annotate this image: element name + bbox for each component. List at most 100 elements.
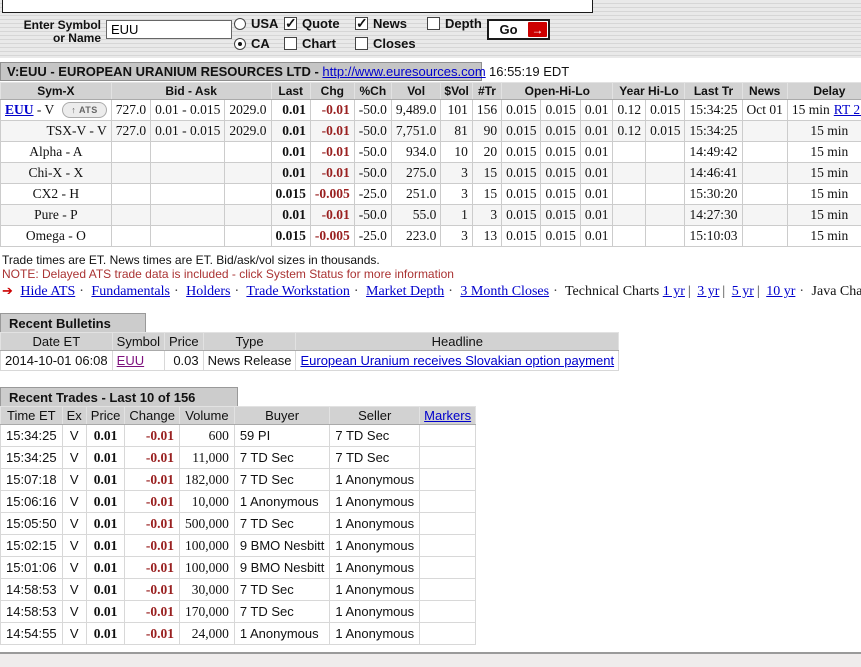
quote-row-euu: EUU - V↑ ATS 727.0 0.01 - 0.015 2029.0 0… — [1, 100, 861, 121]
col-symbol: Symbol — [112, 333, 164, 351]
tech-chart-3yr-link[interactable]: 3 yr — [697, 284, 719, 299]
go-button-label: Go — [489, 22, 528, 37]
red-arrow-icon: ➔ — [2, 283, 13, 298]
tech-chart-1yr-link[interactable]: 1 yr — [663, 284, 685, 299]
go-button[interactable]: Go → — [487, 19, 550, 40]
pct-change: -50.0 — [354, 163, 391, 184]
trade-time: 15:05:50 — [1, 513, 63, 535]
trade-seller: 7 TD Sec — [330, 425, 420, 447]
symbol-input[interactable] — [106, 20, 232, 39]
quote-row-cx2: CX2 - H 0.015 -0.005 -25.0 251.0 3 15 0.… — [1, 184, 861, 205]
trade-volume: 100,000 — [179, 535, 234, 557]
radio-usa-circle-icon[interactable] — [234, 18, 246, 30]
dollar-volume: 1 — [441, 205, 472, 226]
checkbox-depth-box-icon[interactable] — [427, 17, 440, 30]
volume: 9,489.0 — [391, 100, 441, 121]
bid-ask — [151, 205, 225, 226]
num-trades: 156 — [472, 100, 501, 121]
trade-price: 0.01 — [86, 601, 125, 623]
trade-price: 0.01 — [86, 469, 125, 491]
checkbox-closes[interactable]: Closes — [355, 36, 416, 51]
bulletin-symbol-link[interactable]: EUU — [117, 353, 144, 368]
checkbox-quote-box-icon[interactable] — [284, 17, 297, 30]
change: -0.01 — [310, 163, 354, 184]
num-trades: 3 — [472, 205, 501, 226]
high: 0.015 — [541, 205, 580, 226]
dollar-volume: 3 — [441, 184, 472, 205]
col-time-et: Time ET — [1, 407, 63, 425]
col-dollar-vol: $Vol — [441, 83, 472, 100]
radio-usa[interactable]: USA — [234, 16, 278, 31]
year-high — [613, 184, 646, 205]
symbol-euu-link[interactable]: EUU — [5, 102, 34, 117]
trade-price: 0.01 — [86, 513, 125, 535]
trade-markers — [420, 513, 476, 535]
checkbox-closes-box-icon[interactable] — [355, 37, 368, 50]
trade-volume: 500,000 — [179, 513, 234, 535]
open: 0.015 — [502, 121, 541, 142]
trade-buyer: 9 BMO Nesbitt — [234, 557, 330, 579]
trade-seller: 1 Anonymous — [330, 601, 420, 623]
col-price: Price — [165, 333, 204, 351]
company-website-link[interactable]: http://www.euresources.com — [322, 64, 485, 79]
high: 0.015 — [541, 226, 580, 247]
markers-link[interactable]: Markers — [424, 408, 471, 423]
separator: | — [722, 284, 725, 299]
ats-toggle-button[interactable]: ↑ ATS — [62, 102, 107, 118]
year-low — [646, 142, 685, 163]
low: 0.01 — [580, 100, 613, 121]
open: 0.015 — [502, 226, 541, 247]
news-date — [742, 184, 787, 205]
three-month-closes-link[interactable]: 3 Month Closes — [460, 284, 549, 299]
trade-row: 15:02:15 V 0.01 -0.01 100,000 9 BMO Nesb… — [1, 535, 476, 557]
last-price: 0.01 — [271, 142, 310, 163]
delay-text: 15 min — [787, 142, 861, 163]
trade-buyer: 7 TD Sec — [234, 447, 330, 469]
bulletin-headline-link[interactable]: European Uranium receives Slovakian opti… — [300, 353, 614, 368]
checkbox-chart-box-icon[interactable] — [284, 37, 297, 50]
bulletin-price: 0.03 — [165, 351, 204, 371]
low: 0.01 — [580, 205, 613, 226]
fundamentals-link[interactable]: Fundamentals — [91, 284, 170, 299]
low: 0.01 — [580, 184, 613, 205]
ask-size — [225, 163, 271, 184]
checkbox-depth[interactable]: Depth — [427, 16, 482, 31]
col-change: Change — [125, 407, 180, 425]
trade-time: 14:58:53 — [1, 601, 63, 623]
col-ex: Ex — [62, 407, 86, 425]
col-buyer: Buyer — [234, 407, 330, 425]
trade-change: -0.01 — [125, 535, 180, 557]
checkbox-news[interactable]: News — [355, 16, 407, 31]
quote-header-row: Sym-X Bid - Ask Last Chg %Ch Vol $Vol #T… — [1, 83, 861, 100]
exchange-name: CX2 - H — [1, 184, 112, 205]
quote-row-omega: Omega - O 0.015 -0.005 -25.0 223.0 3 13 … — [1, 226, 861, 247]
ask-size: 2029.0 — [225, 100, 271, 121]
year-low: 0.015 — [646, 121, 685, 142]
market-depth-link[interactable]: Market Depth — [366, 284, 444, 299]
bulletin-type: News Release — [203, 351, 296, 371]
holders-link[interactable]: Holders — [186, 284, 230, 299]
tech-chart-5yr-link[interactable]: 5 yr — [732, 284, 754, 299]
trade-workstation-link[interactable]: Trade Workstation — [246, 284, 349, 299]
year-high — [613, 142, 646, 163]
checkbox-news-box-icon[interactable] — [355, 17, 368, 30]
trade-price: 0.01 — [86, 579, 125, 601]
col-num-trades: #Tr — [472, 83, 501, 100]
radio-ca-circle-icon[interactable] — [234, 38, 246, 50]
checkbox-quote[interactable]: Quote — [284, 16, 340, 31]
tech-chart-10yr-link[interactable]: 10 yr — [766, 284, 795, 299]
high: 0.015 — [541, 142, 580, 163]
radio-ca[interactable]: CA — [234, 36, 270, 51]
last-trade-time: 14:46:41 — [685, 163, 742, 184]
realtime-upgrade-link[interactable]: RT 2¢ — [834, 102, 861, 117]
trade-row: 14:58:53 V 0.01 -0.01 170,000 7 TD Sec 1… — [1, 601, 476, 623]
hide-ats-link[interactable]: Hide ATS — [20, 284, 75, 299]
nav-links-row: ➔ Hide ATS· Fundamentals· Holders· Trade… — [2, 283, 861, 300]
exchange-name: Alpha - A — [1, 142, 112, 163]
year-low — [646, 226, 685, 247]
checkbox-chart[interactable]: Chart — [284, 36, 336, 51]
trade-exchange: V — [62, 623, 86, 645]
year-high: 0.12 — [613, 121, 646, 142]
year-high — [613, 226, 646, 247]
trade-times-note: Trade times are ET. News times are ET. B… — [2, 253, 380, 267]
